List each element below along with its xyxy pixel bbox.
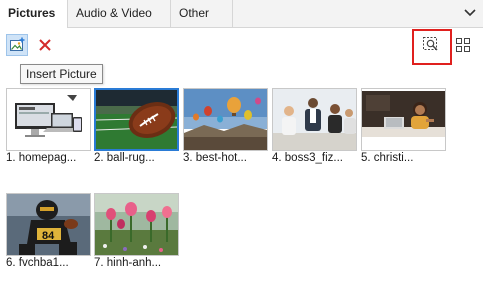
tab-audio-video-label: Audio & Video	[76, 6, 152, 20]
tab-bar: Pictures Audio & Video Other	[0, 0, 483, 29]
thumbnail-image	[94, 88, 179, 151]
thumbnail-item[interactable]: 4. boss3_fiz...	[272, 88, 357, 172]
thumbnail-image	[94, 193, 179, 256]
tab-pictures-label: Pictures	[8, 6, 56, 20]
tab-other[interactable]: Other	[171, 0, 233, 27]
toolbar	[0, 28, 483, 64]
thumbnail-caption: 2. ball-rug...	[94, 152, 155, 164]
thumbnail-item[interactable]: 2. ball-rug...	[94, 88, 179, 172]
delete-x-icon	[38, 38, 52, 52]
delete-button[interactable]	[34, 34, 56, 56]
thumbnail-item[interactable]: 5. christi...	[361, 88, 446, 172]
tab-pictures[interactable]: Pictures	[0, 0, 68, 29]
thumbnail-caption: 5. christi...	[361, 152, 414, 164]
thumbnail-image	[361, 88, 446, 151]
thumbnail-caption: 3. best-hot...	[183, 152, 247, 164]
thumbnail-image	[272, 88, 357, 151]
thumbnail-item[interactable]: 84 6. fvchba1...	[6, 193, 91, 277]
svg-text:84: 84	[42, 230, 55, 242]
insert-picture-button[interactable]	[6, 34, 28, 56]
insert-picture-icon	[9, 37, 25, 53]
thumbnail-caption: 1. homepag...	[6, 152, 77, 164]
thumbnail-image: 84	[6, 193, 91, 256]
grid-view-button[interactable]	[452, 34, 474, 56]
thumbnail-caption: 6. fvchba1...	[6, 257, 69, 269]
insert-picture-tooltip: Insert Picture	[20, 64, 103, 84]
highlight-annotation-box	[412, 29, 452, 65]
thumbnail-caption: 4. boss3_fiz...	[272, 152, 343, 164]
thumbnail-image	[6, 88, 91, 151]
thumbnail-caption: 7. hinh-anh...	[94, 257, 162, 269]
thumbnail-item[interactable]: 3. best-hot...	[183, 88, 268, 172]
grid-view-icon	[455, 37, 471, 53]
tab-other-label: Other	[179, 6, 210, 20]
thumbnail-image	[183, 88, 268, 151]
chevron-down-icon[interactable]	[463, 6, 477, 20]
tab-audio-video[interactable]: Audio & Video	[68, 0, 171, 27]
thumbnail-item[interactable]: 1. homepag...	[6, 88, 91, 172]
thumbnail-item[interactable]: 7. hinh-anh...	[94, 193, 179, 277]
